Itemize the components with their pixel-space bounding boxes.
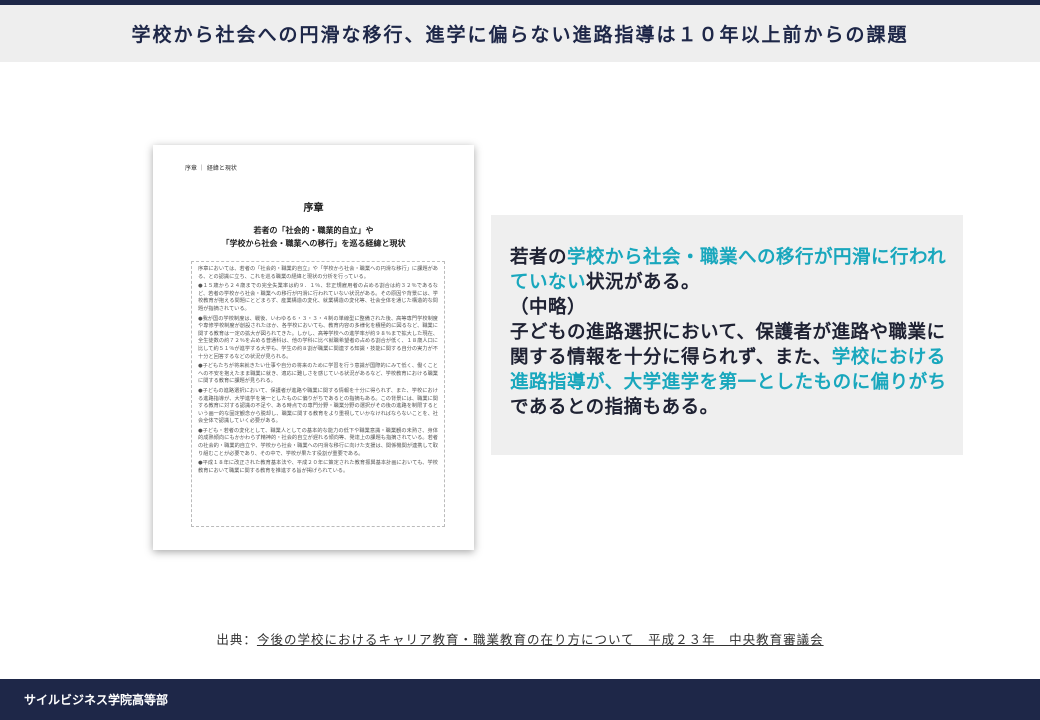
document-paragraph: ●子どもたちが将来就きたい仕事や自分の将来のために学習を行う意識が国際的にみて低… xyxy=(198,363,438,385)
document-subtitle-line2: 「学校から社会・職業への移行」を巡る経緯と現状 xyxy=(221,239,406,248)
company-name: サイルビジネス学院高等部 xyxy=(24,693,169,707)
source-link[interactable]: 今後の学校におけるキャリア教育・職業教育の在り方について 平成２３年 中央教育審… xyxy=(257,632,824,647)
document-paragraph: ●子ども・若者の変化として、職業人としての基本的な能力の低下や職業意識・職業観の… xyxy=(198,427,438,457)
quote-omission: （中略） xyxy=(510,297,587,318)
document-paragraph: ●平成１８年に改正された教育基本法や、平成２０年に策定された教育振興基本計画にお… xyxy=(198,460,438,474)
document-paragraph: ●１５歳から２４歳までの完全失業率は約９．１％、非正規雇用者の占める割合は約３２… xyxy=(198,283,438,312)
quote-highlight: 学校から社会・職業への移行が円滑に行われていない xyxy=(510,247,947,293)
document-thumbnail: 序章 ｜ 経緯と現状 序章 若者の「社会的・職業的自立」や 「学校から社会・職業… xyxy=(153,145,474,550)
document-paragraph: ●子どもの進路選択において、保護者が進路や職業に関する情報を十分に得られず、また… xyxy=(198,387,438,425)
document-paragraph: ●我が国の学校制度は、戦後、いわゆる６・３・３・４制の単線型に整備された後、高等… xyxy=(198,315,438,360)
source-citation: 出典：今後の学校におけるキャリア教育・職業教育の在り方について 平成２３年 中央… xyxy=(0,629,1040,648)
source-prefix: 出典： xyxy=(216,632,257,647)
quote-text: 若者の学校から社会・職業への移行が円滑に行われていない状況がある。 （中略） 子ども… xyxy=(510,245,950,420)
title-bar: 学校から社会への円滑な移行、進学に偏らない進路指導は１０年以上前からの課題 xyxy=(0,5,1040,62)
footer-bar: サイルビジネス学院高等部 xyxy=(0,679,1040,720)
quote-text-plain: 若者の xyxy=(510,247,568,268)
page-title: 学校から社会への円滑な移行、進学に偏らない進路指導は１０年以上前からの課題 xyxy=(131,24,909,46)
quote-box: 若者の学校から社会・職業への移行が円滑に行われていない状況がある。 （中略） 子ども… xyxy=(491,215,963,455)
document-header-label: 序章 ｜ 経緯と現状 xyxy=(185,165,237,172)
document-body: 序章においては、若者の「社会的・職業的自立」や「学校から社会・職業への円滑な移行… xyxy=(191,261,445,527)
document-chapter-title: 序章 xyxy=(303,203,324,214)
quote-text-plain: であるとの指摘もある。 xyxy=(510,397,719,418)
document-paragraph: 序章においては、若者の「社会的・職業的自立」や「学校から社会・職業への円滑な移行… xyxy=(198,266,438,280)
quote-text-plain: 状況がある。 xyxy=(586,272,701,293)
document-subtitle-line1: 若者の「社会的・職業的自立」や xyxy=(253,226,374,235)
